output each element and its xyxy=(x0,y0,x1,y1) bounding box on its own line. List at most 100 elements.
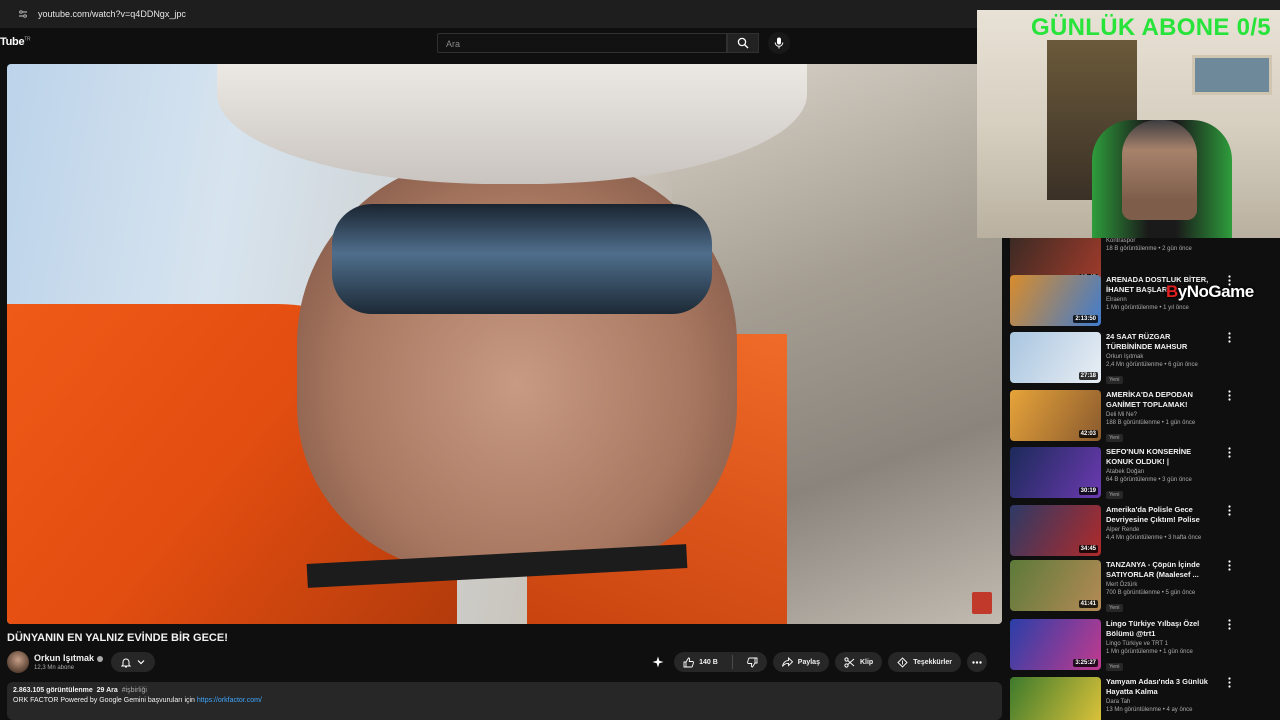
recommended-video-item[interactable]: 30:19 SEFO'NUN KONSERİNE KONUK OLDUK! | K… xyxy=(1010,447,1280,501)
dislike-button[interactable] xyxy=(738,652,767,672)
chevron-down-icon xyxy=(137,660,145,665)
sponsor-text: yNoGame xyxy=(1177,282,1254,301)
video-channel[interactable]: Lingo Türkiye ve TRT 1 xyxy=(1106,641,1218,647)
video-meta: 700 B görüntülenme • 5 gün önce xyxy=(1106,590,1196,596)
video-meta: 13 Mn görüntülenme • 4 ay önce xyxy=(1106,707,1193,713)
description-box[interactable]: 2.863.105 görüntülenme 29 Ara #işbirliği… xyxy=(7,682,1002,720)
video-thumbnail[interactable]: 34:45 xyxy=(1010,505,1101,556)
more-actions-button[interactable] xyxy=(967,652,987,672)
video-channel[interactable]: Deli Mi Ne? xyxy=(1106,412,1218,418)
video-thumbnail[interactable] xyxy=(1010,677,1101,720)
description-text-row: ORK FACTOR Powered by Google Gemini başv… xyxy=(13,697,996,704)
like-count: 140 B xyxy=(699,658,718,666)
video-meta: 1 Mn görüntülenme • 1 yıl önce xyxy=(1106,305,1189,311)
scissors-icon xyxy=(844,656,855,668)
video-thumbnail[interactable]: 3:25:27 xyxy=(1010,619,1101,670)
hashtag[interactable]: #işbirliği xyxy=(122,687,147,694)
channel-name-row[interactable]: Orkun Işıtmak xyxy=(34,653,104,663)
video-title: SEFO'NUN KONSERİNE KONUK OLDUK! | KONSER… xyxy=(1106,447,1192,466)
action-bar: 140 B Paylaş Klip Teşekkürler xyxy=(648,652,987,672)
more-vertical-icon[interactable] xyxy=(1224,447,1234,461)
video-info: AMERİKA'DA DEPODAN GANİMET TOPLAMAK! Deli… xyxy=(1106,390,1218,444)
like-divider xyxy=(731,655,733,669)
video-channel[interactable]: Alper Rende xyxy=(1106,527,1218,533)
more-vertical-icon[interactable] xyxy=(1224,677,1234,691)
sparkle-button[interactable] xyxy=(648,652,668,672)
verified-icon xyxy=(97,655,104,662)
video-title: AMERİKA'DA DEPODAN GANİMET TOPLAMAK! xyxy=(1106,390,1193,409)
video-channel[interactable]: Dara Tah xyxy=(1106,699,1218,705)
description-link[interactable]: https://orkfactor.com/ xyxy=(197,697,262,704)
video-channel[interactable]: Atabek Doğan xyxy=(1106,469,1218,475)
video-duration: 2:13:50 xyxy=(1073,315,1098,323)
video-player[interactable] xyxy=(7,64,1002,624)
webcam-streamer xyxy=(1122,120,1197,220)
channel-avatar[interactable] xyxy=(7,651,29,673)
recommended-video-item[interactable]: 27:18 24 SAAT RÜZGAR TÜRBİNİNDE MAHSUR KA… xyxy=(1010,332,1280,386)
logo-country: TR xyxy=(24,36,31,43)
site-info-icon[interactable] xyxy=(18,8,30,20)
share-button[interactable]: Paylaş xyxy=(772,652,829,672)
video-thumbnail[interactable]: 30:19 xyxy=(1010,447,1101,498)
thumbs-down-icon xyxy=(746,657,758,667)
view-count: 2.863.105 görüntülenme xyxy=(13,687,93,694)
channel-name[interactable]: Orkun Işıtmak xyxy=(34,653,94,663)
more-vertical-icon[interactable] xyxy=(1224,332,1234,346)
more-vertical-icon[interactable] xyxy=(1224,390,1234,404)
upload-date: 29 Ara xyxy=(96,687,118,694)
webcam-wall-frame xyxy=(1192,55,1272,95)
more-horizontal-icon xyxy=(972,660,982,664)
youtube-logo[interactable]: TubeTR xyxy=(0,36,31,48)
new-badge: Yeni xyxy=(1106,604,1123,612)
new-badge: Yeni xyxy=(1106,376,1123,384)
video-channel[interactable]: Kontraspor xyxy=(1106,238,1218,244)
video-title: Amerika'da Polisle Gece Devriyesine Çıkt… xyxy=(1106,505,1200,524)
video-info: Kontraspor 18 B görüntülenme • 2 gün önce xyxy=(1106,238,1218,252)
url-text[interactable]: youtube.com/watch?v=q4DDNgx_jpc xyxy=(38,9,186,19)
video-title: Yamyam Adası'nda 3 Günlük Hayatta Kalma xyxy=(1106,677,1208,696)
like-button[interactable]: 140 B xyxy=(674,652,727,672)
video-info: Amerika'da Polisle Gece Devriyesine Çıkt… xyxy=(1106,505,1218,541)
video-meta: 18 B görüntülenme • 2 gün önce xyxy=(1106,246,1192,252)
video-meta: 2,4 Mn görüntülenme • 6 gün önce xyxy=(1106,362,1198,368)
video-duration: 42:03 xyxy=(1078,430,1098,438)
description-stats: 2.863.105 görüntülenme 29 Ara #işbirliği xyxy=(13,687,996,694)
voice-search-button[interactable] xyxy=(768,32,790,54)
recommended-video-item[interactable]: 42:03 AMERİKA'DA DEPODAN GANİMET TOPLAMAK… xyxy=(1010,390,1280,444)
more-vertical-icon[interactable] xyxy=(1224,560,1234,574)
video-channel[interactable]: Mert Öztürk xyxy=(1106,582,1218,588)
video-info: TANZANYA - Çöpün İçinde SATIYORLAR (Maal… xyxy=(1106,560,1218,614)
recommended-video-item[interactable]: Yamyam Adası'nda 3 Günlük Hayatta Kalma D… xyxy=(1010,677,1280,720)
search-box xyxy=(437,33,727,53)
video-thumbnail[interactable]: 2:13:50 xyxy=(1010,275,1101,326)
recommended-video-item[interactable]: 34:45 Amerika'da Polisle Gece Devriyesine… xyxy=(1010,505,1280,559)
more-vertical-icon[interactable] xyxy=(1224,619,1234,633)
video-title: TANZANYA - Çöpün İçinde SATIYORLAR (Maal… xyxy=(1106,560,1200,579)
youtube-header: TubeTR xyxy=(0,28,976,58)
video-meta: 4,4 Mn görüntülenme • 3 hafta önce xyxy=(1106,535,1202,541)
video-channel[interactable]: Orkun Işıtmak xyxy=(1106,354,1218,360)
video-thumbnail[interactable]: 41:41 xyxy=(1010,560,1101,611)
thanks-button[interactable]: Teşekkürler xyxy=(888,652,961,672)
notification-button[interactable] xyxy=(111,652,155,672)
recommended-video-item[interactable]: 3:25:27 Lingo Türkiye Yılbaşı Özel Bölümü… xyxy=(1010,619,1280,673)
video-thumbnail[interactable]: 42:03 xyxy=(1010,390,1101,441)
search-icon xyxy=(737,37,749,49)
search-button[interactable] xyxy=(727,33,759,53)
video-duration: 41:41 xyxy=(1078,600,1098,608)
clip-button[interactable]: Klip xyxy=(834,652,883,672)
recommended-video-item[interactable]: 41:41 TANZANYA - Çöpün İçinde SATIYORLAR … xyxy=(1010,560,1280,614)
search-input[interactable] xyxy=(438,35,726,53)
video-info: 24 SAAT RÜZGAR TÜRBİNİNDE MAHSUR KALMAK!… xyxy=(1106,332,1218,386)
video-thumbnail[interactable]: 27:18 xyxy=(1010,332,1101,383)
owner-row: Orkun Işıtmak 12,3 Mn abone 140 B Paylaş… xyxy=(7,650,987,676)
description-text: ORK FACTOR Powered by Google Gemini başv… xyxy=(13,697,195,704)
subscriber-count: 12,3 Mn abone xyxy=(34,665,75,671)
new-badge: Yeni xyxy=(1106,434,1123,442)
video-info: Yamyam Adası'nda 3 Günlük Hayatta Kalma D… xyxy=(1106,677,1218,713)
video-frame-sunglasses xyxy=(332,204,712,314)
video-title: DÜNYANIN EN YALNIZ EVİNDE BİR GECE! xyxy=(7,632,228,644)
channel-watermark[interactable] xyxy=(972,592,992,614)
more-vertical-icon[interactable] xyxy=(1224,505,1234,519)
video-duration: 30:19 xyxy=(1078,487,1098,495)
